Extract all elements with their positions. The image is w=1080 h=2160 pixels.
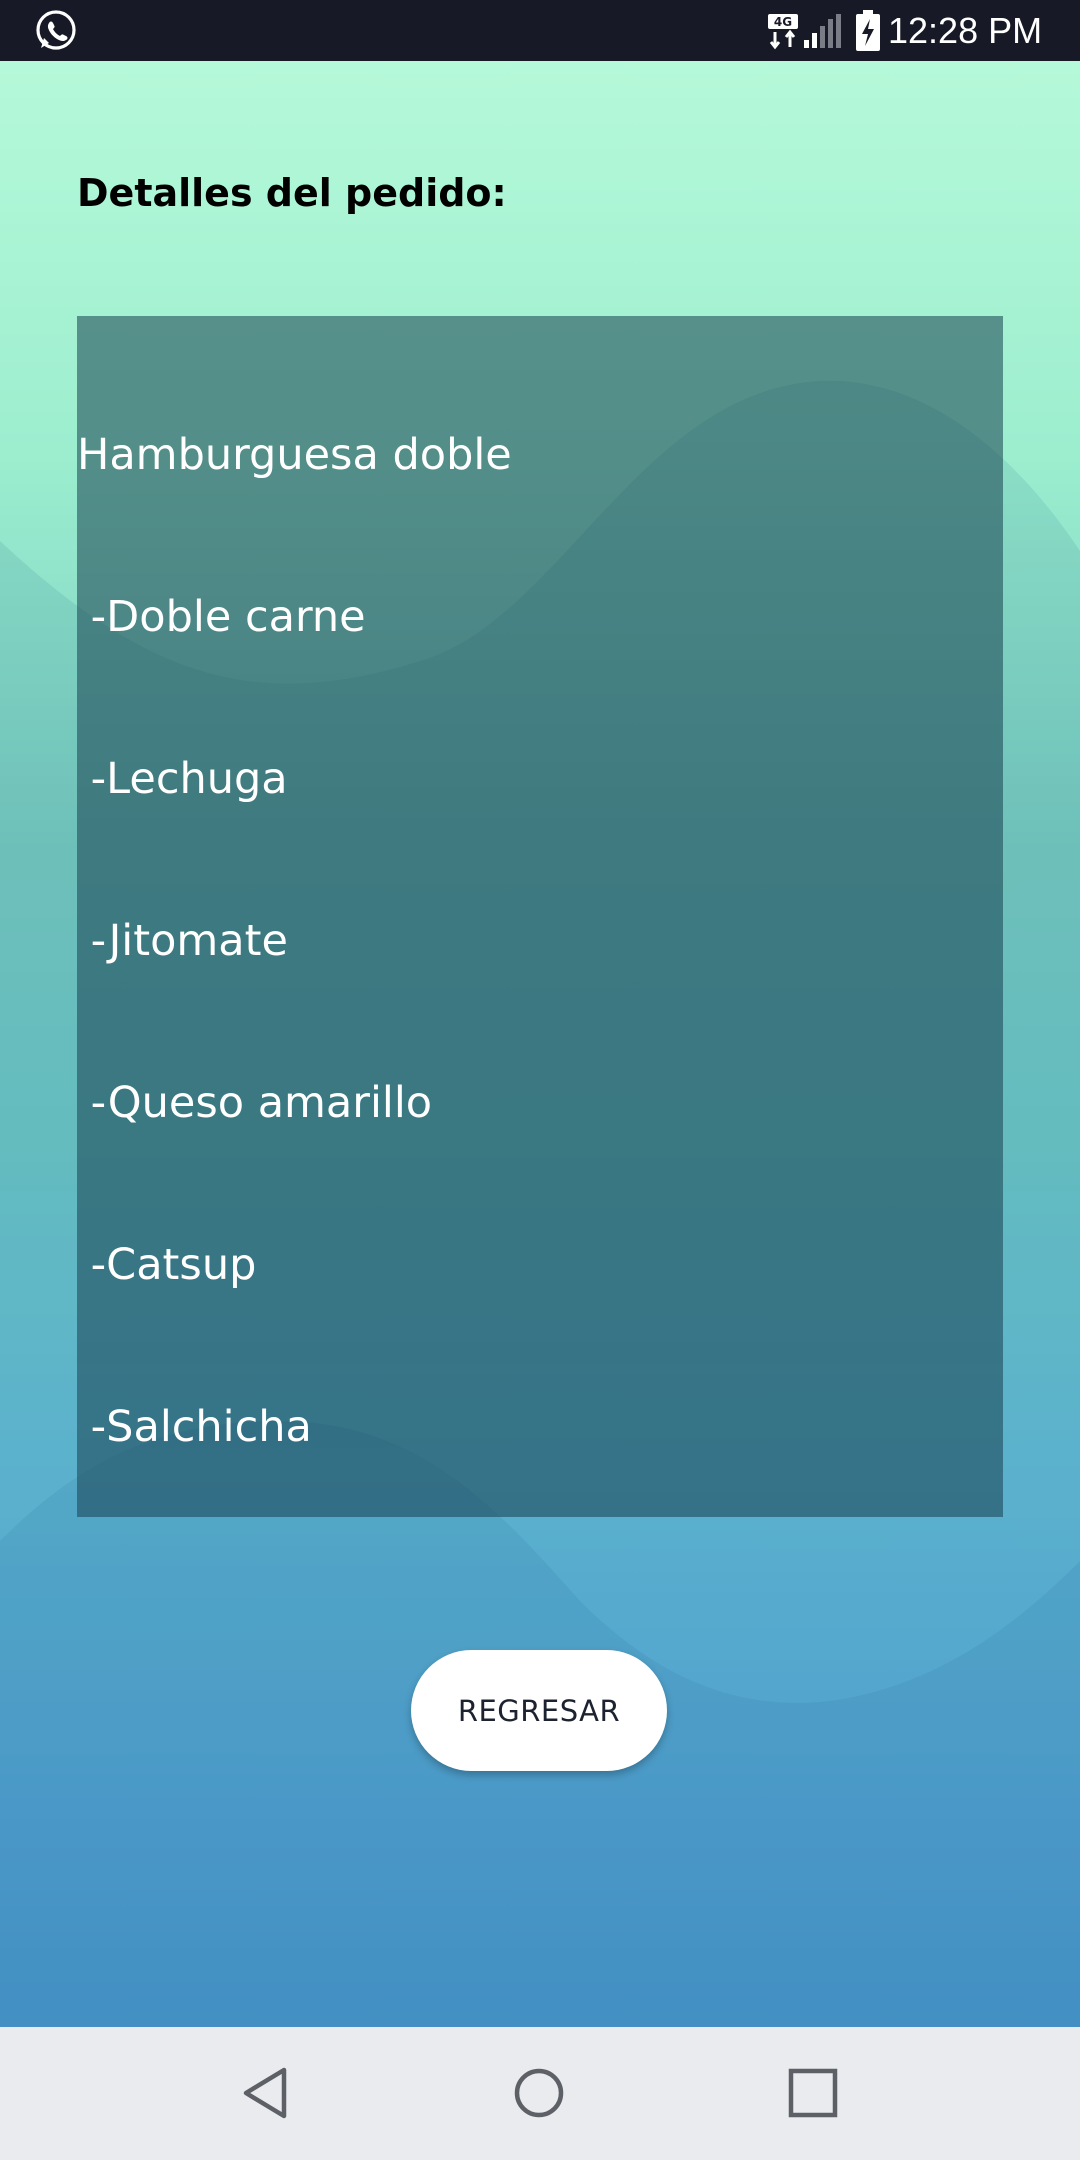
network-4g-icon: 4G [768,14,798,50]
status-clock: 12:28 PM [888,10,1043,51]
regresar-button[interactable]: REGRESAR [411,1650,667,1771]
order-line: -Jitomate [77,916,288,966]
signal-icon [804,14,841,48]
order-line: -Salchicha [77,1402,312,1452]
order-line: -Catsup [77,1240,257,1290]
svg-text:4G: 4G [774,15,792,29]
order-line: -Lechuga [77,754,288,804]
order-line: -Doble carne [77,592,366,642]
back-triangle-icon [243,2067,287,2119]
nav-back-button[interactable] [229,2057,301,2129]
battery-charging-icon [856,10,880,51]
home-circle-icon [514,2068,564,2118]
order-line: Hamburguesa doble [77,430,512,480]
page-title: Detalles del pedido: [77,171,507,215]
whatsapp-icon [36,10,76,50]
nav-home-button[interactable] [503,2057,575,2129]
order-details-textarea[interactable]: Hamburguesa doble -Doble carne -Lechuga … [77,316,1003,1517]
recents-square-icon [788,2068,838,2118]
nav-recents-button[interactable] [777,2057,849,2129]
app-content: Detalles del pedido: Hamburguesa doble -… [0,61,1080,2027]
navigation-bar [0,2027,1080,2160]
order-line: -Queso amarillo [77,1078,433,1128]
status-bar: 4G 12:28 PM [0,0,1080,61]
